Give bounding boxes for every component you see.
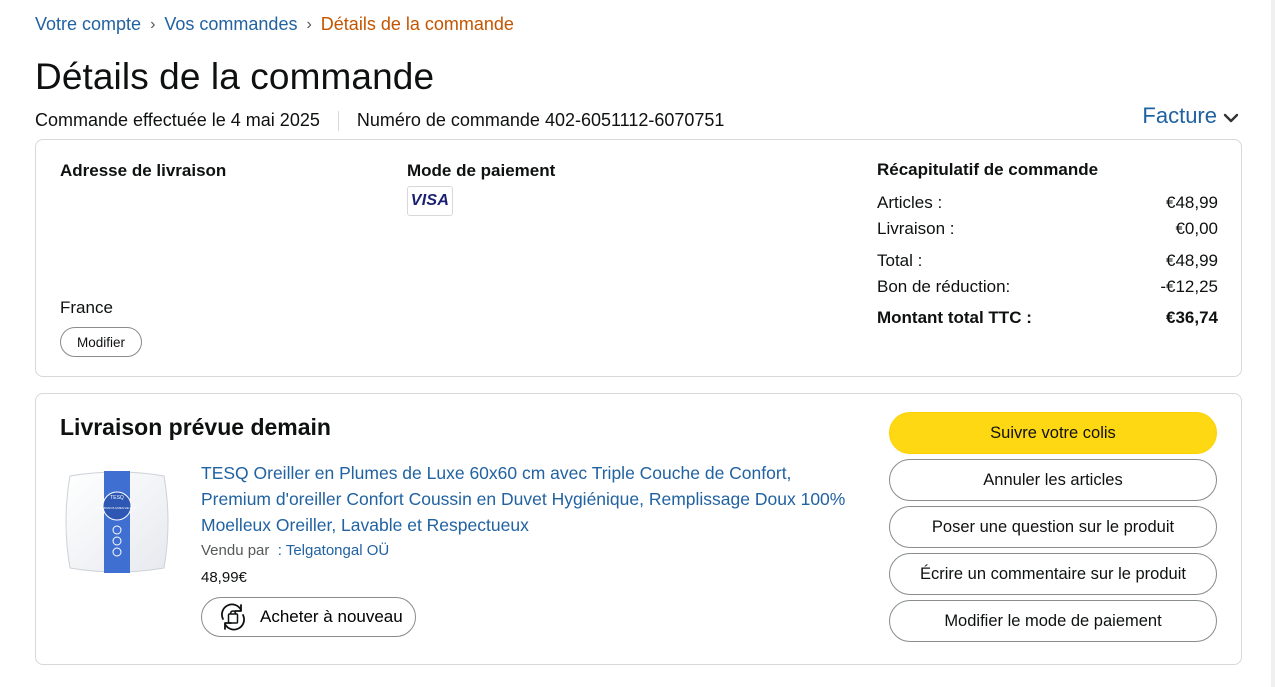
recap-value: €48,99 (1166, 251, 1218, 270)
page-scrollbar[interactable] (1271, 0, 1275, 687)
sold-by: Vendu par : Telgatongal OÜ (201, 542, 389, 559)
product-image[interactable]: TESQ PREMIUM PLUMES DE LUXE (64, 466, 170, 578)
product-image-caption: PREMIUM PLUMES DE LUXE (96, 506, 137, 510)
visa-card-icon: VISA (407, 186, 453, 216)
invoice-label: Facture (1142, 103, 1217, 128)
chevron-down-icon (1223, 113, 1239, 123)
product-price: 48,99€ (201, 569, 247, 586)
breadcrumb: Votre compte › Vos commandes › Détails d… (35, 14, 514, 35)
refresh-bag-icon (216, 600, 250, 634)
delivery-card: Livraison prévue demain TESQ PREMIUM PLU… (35, 393, 1242, 665)
shipping-country: France (60, 298, 113, 317)
breadcrumb-current: Détails de la commande (320, 14, 514, 34)
sold-by-label: Vendu par (201, 542, 270, 559)
seller-link[interactable]: : Telgatongal OÜ (278, 542, 389, 559)
product-image-brand: TESQ (110, 495, 124, 501)
order-recap-title: Récapitulatif de commande (877, 160, 1099, 179)
recap-label: Bon de réduction: (877, 277, 1011, 296)
recap-value: €48,99 (1166, 193, 1218, 212)
recap-row-grand-total: Montant total TTC : €36,74 (877, 305, 1218, 331)
delivery-actions: Suivre votre colis Annuler les articles … (889, 412, 1217, 647)
recap-label: Articles : (877, 193, 943, 212)
ask-product-question-button[interactable]: Poser une question sur le produit (889, 506, 1217, 548)
recap-row-items: Articles : €48,99 (877, 190, 1218, 216)
recap-row-discount: Bon de réduction: -€12,25 (877, 274, 1218, 300)
product-title-link[interactable]: TESQ Oreiller en Plumes de Luxe 60x60 cm… (201, 460, 851, 538)
recap-label: Total : (877, 251, 923, 270)
meta-divider (337, 110, 339, 131)
recap-row-shipping: Livraison : €0,00 (877, 216, 1218, 242)
order-date: Commande effectuée le 4 mai 2025 (35, 110, 320, 130)
order-recap: Récapitulatif de commande Articles : €48… (877, 160, 1218, 331)
modify-address-button[interactable]: Modifier (60, 327, 143, 357)
order-number: Numéro de commande 402-6051112-6070751 (356, 110, 725, 130)
breadcrumb-separator: › (306, 15, 312, 33)
recap-value: -€12,25 (1160, 277, 1218, 296)
track-package-button[interactable]: Suivre votre colis (889, 412, 1217, 454)
invoice-dropdown[interactable]: Facture (1142, 103, 1239, 129)
buy-again-label: Acheter à nouveau (260, 607, 403, 626)
recap-value: €36,74 (1166, 308, 1218, 327)
breadcrumb-separator: › (150, 15, 156, 33)
recap-row-total: Total : €48,99 (877, 248, 1218, 274)
visa-logo-text: VISA (410, 192, 450, 209)
shipping-address-title: Adresse de livraison (60, 161, 227, 180)
buy-again-button[interactable]: Acheter à nouveau (201, 597, 416, 637)
page-title: Détails de la commande (35, 56, 435, 97)
write-product-review-button[interactable]: Écrire un commentaire sur le produit (889, 553, 1217, 595)
order-meta: Commande effectuée le 4 mai 2025 Numéro … (35, 110, 724, 131)
breadcrumb-your-orders[interactable]: Vos commandes (164, 14, 297, 35)
recap-label: Livraison : (877, 219, 955, 238)
change-payment-method-button[interactable]: Modifier le mode de paiement (889, 600, 1217, 642)
delivery-status-title: Livraison prévue demain (60, 414, 331, 440)
order-summary-card: Adresse de livraison France Modifier Mod… (35, 139, 1242, 377)
cancel-items-button[interactable]: Annuler les articles (889, 459, 1217, 501)
recap-label: Montant total TTC : (877, 308, 1032, 327)
breadcrumb-your-account[interactable]: Votre compte (35, 14, 141, 35)
payment-method-title: Mode de paiement (407, 161, 556, 180)
recap-value: €0,00 (1175, 219, 1218, 238)
